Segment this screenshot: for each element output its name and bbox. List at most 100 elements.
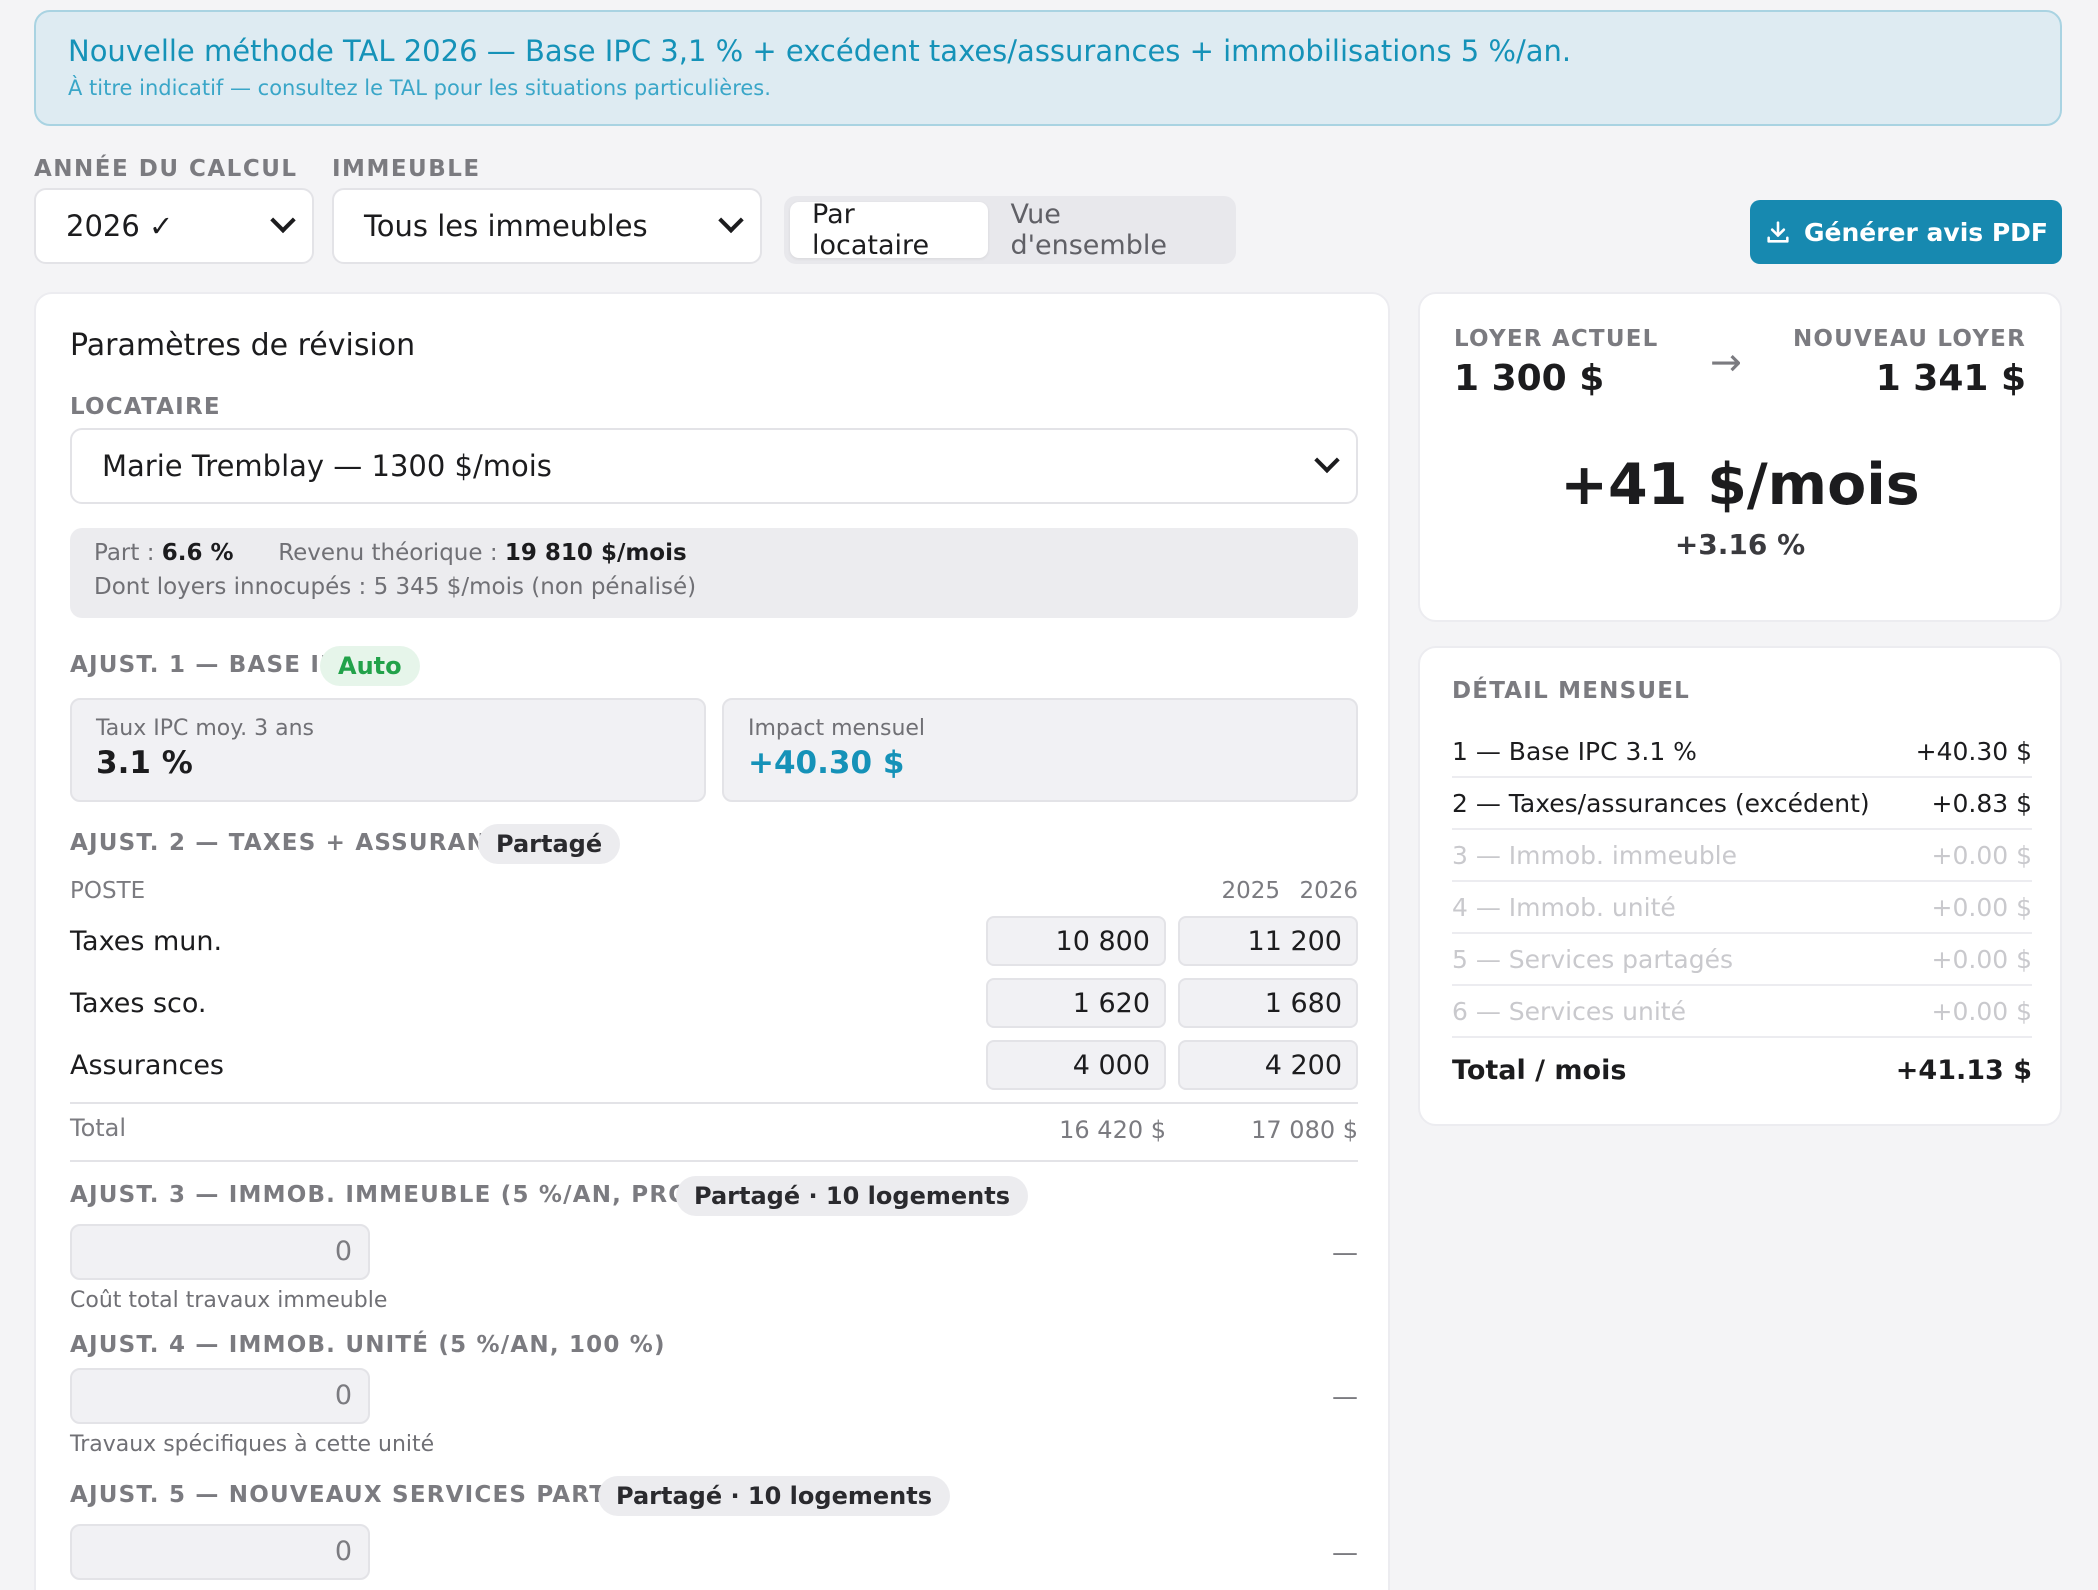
share-value: 6.6 % — [161, 540, 234, 566]
monthly-impact-label: Impact mensuel — [748, 716, 926, 741]
auto-badge: Auto — [320, 646, 420, 686]
row-label-taxes-sco: Taxes sco. — [70, 988, 207, 1019]
shared-units-badge: Partagé · 10 logements — [598, 1476, 950, 1516]
total-label: Total — [70, 1114, 127, 1142]
revision-params-card: Paramètres de révision LOCATAIRE Marie T… — [34, 292, 1390, 1590]
row-label-taxes-mun: Taxes mun. — [70, 926, 223, 957]
taxes-mun-2025-input[interactable]: 10 800 — [986, 916, 1166, 966]
monthly-increase: +41 $/mois — [1560, 452, 1920, 518]
building-select[interactable]: Tous les immeubles — [332, 188, 762, 264]
detail-title: DÉTAIL MENSUEL — [1452, 678, 1690, 704]
banner-title: Nouvelle méthode TAL 2026 — Base IPC 3,1… — [68, 34, 1572, 68]
col-2025: 2025 — [1221, 878, 1280, 904]
increase-percent: +3.16 % — [1674, 528, 1806, 561]
adj4-result: — — [1332, 1382, 1358, 1412]
total-2025: 16 420 $ — [1059, 1116, 1166, 1144]
divider — [70, 1160, 1358, 1162]
detail-row: 3 — Immob. immeuble +0.00 $ — [1452, 830, 2032, 882]
assurances-2025-input[interactable]: 4 000 — [986, 1040, 1166, 1090]
revenue-label: Revenu théorique : — [278, 540, 498, 566]
detail-row-value: +40.30 $ — [1915, 736, 2032, 766]
detail-row-label: 4 — Immob. unité — [1452, 892, 1676, 922]
taxes-mun-2026-input[interactable]: 11 200 — [1178, 916, 1358, 966]
adj4-hint: Travaux spécifiques à cette unité — [70, 1432, 435, 1457]
detail-row: 1 — Base IPC 3.1 % +40.30 $ — [1452, 726, 2032, 778]
detail-row-value: +0.00 $ — [1931, 996, 2032, 1026]
taxes-sco-2025-input[interactable]: 1 620 — [986, 978, 1166, 1028]
tenant-select-value: Marie Tremblay — 1300 $/mois — [102, 449, 552, 483]
detail-total-row: Total / mois +41.13 $ — [1452, 1044, 2032, 1096]
detail-row-value: +0.83 $ — [1931, 788, 2032, 818]
tab-par-locataire[interactable]: Par locataire — [790, 199, 989, 261]
tenant-select[interactable]: Marie Tremblay — 1300 $/mois — [70, 428, 1358, 504]
revenue-value: 19 810 $/mois — [504, 540, 687, 566]
row-label-assurances: Assurances — [70, 1050, 224, 1081]
assurances-2026-input[interactable]: 4 200 — [1178, 1040, 1358, 1090]
divider — [70, 1102, 1358, 1104]
monthly-impact-value: +40.30 $ — [748, 745, 905, 781]
unit-works-input[interactable]: 0 — [70, 1368, 370, 1424]
col-poste: POSTE — [70, 878, 146, 904]
app-page: Nouvelle méthode TAL 2026 — Base IPC 3,1… — [0, 0, 2098, 1590]
col-2026: 2026 — [1299, 878, 1358, 904]
adj3-result: — — [1332, 1238, 1358, 1268]
current-rent-value: 1 300 $ — [1454, 358, 1605, 399]
new-rent-label: NOUVEAU LOYER — [1792, 326, 2026, 352]
total-2026: 17 080 $ — [1251, 1116, 1358, 1144]
arrow-right-icon: → — [1710, 340, 1742, 384]
generate-pdf-button[interactable]: Générer avis PDF — [1750, 200, 2062, 264]
detail-row: 6 — Services unité +0.00 $ — [1452, 986, 2032, 1038]
detail-row-value: +0.00 $ — [1931, 840, 2032, 870]
view-toggle: Par locataire Vue d'ensemble — [784, 196, 1236, 264]
detail-row-label: 3 — Immob. immeuble — [1452, 840, 1738, 870]
adj5-label: AJUST. 5 — NOUVEAUX SERVICES PARTAGÉS — [70, 1482, 679, 1508]
card-title: Paramètres de révision — [70, 328, 416, 363]
tab-vue-ensemble[interactable]: Vue d'ensemble — [988, 199, 1230, 261]
chevron-down-icon — [718, 207, 744, 234]
share-info-box: Part : 6.6 % Revenu théorique : 19 810 $… — [70, 528, 1358, 618]
detail-row-value: +0.00 $ — [1931, 892, 2032, 922]
chevron-down-icon — [1314, 447, 1340, 474]
info-banner: Nouvelle méthode TAL 2026 — Base IPC 3,1… — [34, 10, 2062, 126]
ipc-rate-box: Taux IPC moy. 3 ans 3.1 % — [70, 698, 706, 802]
shared-badge: Partagé — [478, 824, 621, 864]
year-select[interactable]: 2026 ✓ — [34, 188, 314, 264]
generate-pdf-label: Générer avis PDF — [1803, 217, 2049, 247]
rent-summary-card: LOYER ACTUEL 1 300 $ → NOUVEAU LOYER 1 3… — [1418, 292, 2062, 622]
detail-row-label: 2 — Taxes/assurances (excédent) — [1452, 788, 1870, 818]
current-rent-label: LOYER ACTUEL — [1454, 326, 1659, 352]
monthly-detail-card: DÉTAIL MENSUEL 1 — Base IPC 3.1 % +40.30… — [1418, 646, 2062, 1126]
detail-row-label: 1 — Base IPC 3.1 % — [1452, 736, 1697, 766]
year-label: ANNÉE DU CALCUL — [34, 156, 298, 182]
detail-row: 2 — Taxes/assurances (excédent) +0.83 $ — [1452, 778, 2032, 830]
new-rent-value: 1 341 $ — [1875, 358, 2026, 399]
monthly-impact-box: Impact mensuel +40.30 $ — [722, 698, 1358, 802]
detail-total-label: Total / mois — [1452, 1054, 1627, 1086]
building-label: IMMEUBLE — [332, 156, 481, 182]
detail-row-value: +0.00 $ — [1931, 944, 2032, 974]
year-select-value: 2026 ✓ — [66, 209, 174, 243]
shared-services-input[interactable]: 0 — [70, 1524, 370, 1580]
download-icon — [1767, 221, 1789, 243]
adj5-result: — — [1332, 1538, 1358, 1568]
taxes-sco-2026-input[interactable]: 1 680 — [1178, 978, 1358, 1028]
ipc-rate-value: 3.1 % — [96, 745, 193, 781]
detail-row: 5 — Services partagés +0.00 $ — [1452, 934, 2032, 986]
vacant-note: Dont loyers innocupés : 5 345 $/mois (no… — [94, 574, 697, 600]
adj4-label: AJUST. 4 — IMMOB. UNITÉ (5 %/AN, 100 %) — [70, 1332, 666, 1358]
detail-total-value: +41.13 $ — [1895, 1054, 2032, 1086]
shared-units-badge: Partagé · 10 logements — [676, 1176, 1028, 1216]
building-works-input[interactable]: 0 — [70, 1224, 370, 1280]
share-label: Part : — [94, 540, 155, 566]
building-select-value: Tous les immeubles — [364, 209, 648, 243]
adj2-label: AJUST. 2 — TAXES + ASSURANCES — [70, 830, 540, 856]
ipc-rate-label: Taux IPC moy. 3 ans — [96, 716, 314, 741]
chevron-down-icon — [270, 207, 296, 234]
adj3-hint: Coût total travaux immeuble — [70, 1288, 388, 1313]
detail-row-label: 6 — Services unité — [1452, 996, 1686, 1026]
detail-row: 4 — Immob. unité +0.00 $ — [1452, 882, 2032, 934]
banner-subtitle: À titre indicatif — consultez le TAL pou… — [68, 76, 771, 100]
detail-row-label: 5 — Services partagés — [1452, 944, 1734, 974]
adj1-label: AJUST. 1 — BASE IPC — [70, 652, 357, 678]
adj3-label: AJUST. 3 — IMMOB. IMMEUBLE (5 %/AN, PROR… — [70, 1182, 771, 1208]
